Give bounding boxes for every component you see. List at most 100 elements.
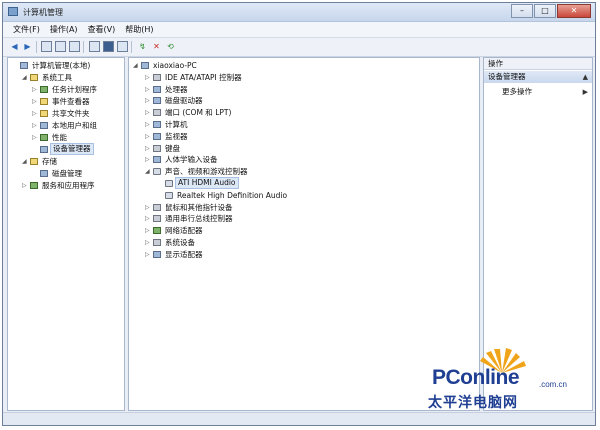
tree-item-label: 网络适配器 <box>165 226 203 236</box>
expand-triangle-icon[interactable]: ▷ <box>145 237 150 248</box>
speaker-icon <box>165 191 173 199</box>
folder-icon <box>40 110 48 117</box>
disk-icon <box>40 170 48 177</box>
menu-action[interactable]: 操作(A) <box>50 24 78 35</box>
close-button[interactable]: ✕ <box>557 4 591 18</box>
show-action-pane-icon[interactable] <box>103 41 114 52</box>
actions-section-label: 设备管理器 <box>488 72 526 81</box>
minimize-button[interactable]: – <box>511 4 533 18</box>
tree-item-label: Realtek High Definition Audio <box>177 190 288 200</box>
title-bar[interactable]: 计算机管理 – □ ✕ <box>3 3 595 22</box>
menu-bar: 文件(F) 操作(A) 查看(V) 帮助(H) <box>3 22 595 38</box>
menu-file[interactable]: 文件(F) <box>13 24 40 35</box>
display-adapter-icon <box>153 250 161 258</box>
expand-triangle-icon[interactable]: ▷ <box>145 84 150 95</box>
tree-item-label: 计算机 <box>165 120 188 129</box>
monitor-icon <box>153 132 161 140</box>
tree-item-label: 系统设备 <box>165 238 195 247</box>
tree-item-label: 人体学输入设备 <box>165 155 218 165</box>
expand-triangle-icon[interactable]: ▷ <box>145 143 150 154</box>
scan-hardware-icon[interactable] <box>117 41 128 52</box>
window-title: 计算机管理 <box>23 8 63 17</box>
expand-triangle-icon[interactable]: ▷ <box>145 107 150 118</box>
speaker-icon <box>165 180 173 187</box>
usb-icon <box>153 215 161 223</box>
watermark-brand: PConline <box>432 366 520 389</box>
help-icon[interactable] <box>89 41 100 52</box>
update-driver-icon[interactable]: ↯ <box>137 41 148 52</box>
tree-item-label: 服务和应用程序 <box>42 181 95 190</box>
expand-triangle-icon[interactable]: ▷ <box>145 225 150 236</box>
port-icon <box>153 109 161 117</box>
tree-item-label: 系统工具 <box>42 73 72 82</box>
tree-item-label: 键盘 <box>165 143 180 153</box>
menu-view[interactable]: 查看(V) <box>88 24 116 35</box>
tree-item-label: 任务计划程序 <box>52 85 97 94</box>
tree-item-label: 声音、视频和游戏控制器 <box>165 167 248 177</box>
actions-section-device-manager[interactable]: 设备管理器 ▲ <box>484 71 592 83</box>
tree-item-label: 通用串行总线控制器 <box>165 214 233 224</box>
expand-triangle-icon[interactable]: ▷ <box>32 120 37 131</box>
device-manager-icon <box>40 146 48 153</box>
menu-help[interactable]: 帮助(H) <box>125 24 153 35</box>
expand-triangle-icon[interactable]: ▷ <box>32 108 37 119</box>
tree-item-label: 计算机管理(本地) <box>32 61 91 70</box>
tree-item-label: xiaoxiao-PC <box>153 61 197 70</box>
tree-item-label: 监视器 <box>165 131 188 141</box>
tree-item-label: 显示适配器 <box>165 249 203 259</box>
toolbar: ◀ ▶ ↯ ✕ ⟲ <box>3 38 595 57</box>
expand-triangle-icon[interactable]: ▷ <box>145 95 150 106</box>
collapse-triangle-icon[interactable]: ◢ <box>133 60 138 71</box>
tree-item-label: 本地用户和组 <box>52 121 97 130</box>
performance-icon <box>40 134 48 141</box>
tree-item-label: 存储 <box>42 157 57 166</box>
tree-item-label: 端口 (COM 和 LPT) <box>165 108 232 118</box>
computer-icon <box>153 121 161 128</box>
expand-triangle-icon[interactable]: ▷ <box>145 131 150 142</box>
expand-triangle-icon[interactable]: ▷ <box>145 72 150 83</box>
uninstall-icon[interactable]: ✕ <box>151 41 162 52</box>
system-device-icon <box>153 239 161 246</box>
expand-triangle-icon[interactable]: ▷ <box>145 202 150 213</box>
tree-item-label: 事件查看器 <box>52 97 90 106</box>
up-level-icon[interactable] <box>41 41 52 52</box>
users-icon <box>40 122 48 129</box>
tree-item-label: 磁盘驱动器 <box>165 96 203 106</box>
computer-management-icon <box>8 7 18 16</box>
toolbar-separator <box>36 41 37 53</box>
show-hide-tree-icon[interactable] <box>55 41 66 52</box>
tree-item-label: ATI HDMI Audio <box>175 177 239 189</box>
expand-triangle-icon[interactable]: ▷ <box>145 249 150 260</box>
watermark-chinese: 太平洋电脑网 <box>428 395 518 411</box>
collapse-triangle-icon[interactable]: ◢ <box>22 156 27 167</box>
sound-icon <box>153 168 161 176</box>
forward-arrow-icon[interactable]: ▶ <box>22 41 33 52</box>
ide-icon <box>153 73 161 81</box>
tree-item-label: 共享文件夹 <box>52 109 90 118</box>
collapse-triangle-icon[interactable]: ◢ <box>22 72 27 83</box>
expand-triangle-icon[interactable]: ▷ <box>145 213 150 224</box>
more-actions-item[interactable]: 更多操作 ▶ <box>484 86 592 98</box>
collapse-triangle-icon[interactable]: ◢ <box>145 166 150 177</box>
back-arrow-icon[interactable]: ◀ <box>9 41 20 52</box>
expand-triangle-icon[interactable]: ▷ <box>145 119 150 130</box>
log-icon <box>40 98 48 105</box>
pconline-watermark: PConline .com.cn 太平洋电脑网 <box>412 344 587 416</box>
expand-triangle-icon[interactable]: ▷ <box>32 96 37 107</box>
expand-triangle-icon[interactable]: ▷ <box>32 84 37 95</box>
keyboard-icon <box>153 144 161 152</box>
expand-triangle-icon[interactable]: ▷ <box>22 180 27 191</box>
enable-device-icon[interactable]: ⟲ <box>165 41 176 52</box>
collapse-caret-icon[interactable]: ▲ <box>583 71 588 83</box>
tree-item-label: 设备管理器 <box>50 143 94 155</box>
properties-icon[interactable] <box>69 41 80 52</box>
expand-triangle-icon[interactable]: ▷ <box>32 132 37 143</box>
services-icon <box>30 182 38 189</box>
expand-triangle-icon[interactable]: ▷ <box>145 154 150 165</box>
tree-item-label: IDE ATA/ATAPI 控制器 <box>165 72 242 82</box>
submenu-arrow-icon: ▶ <box>582 88 588 96</box>
maximize-button[interactable]: □ <box>534 4 556 18</box>
window-controls: – □ ✕ <box>511 4 591 18</box>
navigation-tree-pane[interactable]: 计算机管理(本地) ◢ 系统工具 ▷ 任务计划程序 ▷ 事件查看器 ▷ 共享文件夹 ▷ 本地用户和组… <box>7 57 125 411</box>
tools-icon <box>30 74 38 81</box>
